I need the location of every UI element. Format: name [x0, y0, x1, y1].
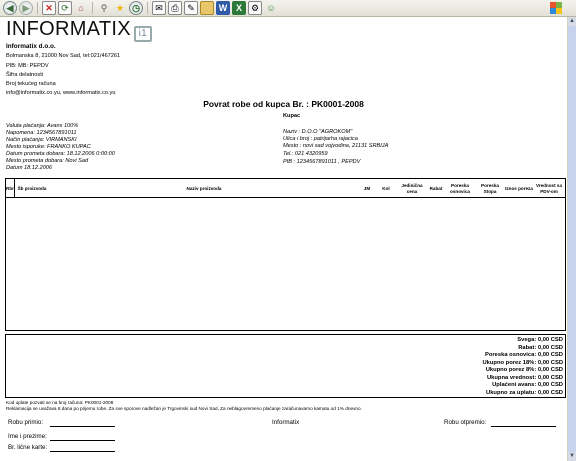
favorites-icon[interactable]: ★	[113, 1, 127, 15]
messenger-icon[interactable]: ☺	[264, 1, 278, 15]
word-icon[interactable]: W	[216, 1, 230, 15]
scroll-up-icon[interactable]: ▲	[568, 17, 576, 26]
kupac-pib: PIB : 1234567891011 , PEPDV	[283, 159, 361, 165]
col-naziv: Naziv proizvoda	[186, 185, 222, 191]
toolbar-separator	[37, 2, 38, 14]
company-contact: info@informatix.co.yu, www.informatix.co…	[6, 90, 116, 96]
col-kol: Kol	[382, 185, 390, 191]
col-rbr: Rbr	[6, 179, 15, 198]
footer-company: Informatix	[272, 419, 300, 426]
forward-icon[interactable]: ▶	[19, 1, 33, 15]
br-licne-line	[50, 451, 115, 452]
total-za-uplatu: Ukupno za uplatu: 0,00 CSD	[486, 389, 563, 396]
toolbar-separator	[92, 2, 93, 14]
company-racun: Broj tekućeg računa	[6, 81, 56, 87]
folder-icon[interactable]	[200, 1, 214, 15]
company-sifra: Šifra delatnosti	[6, 72, 44, 78]
col-sifra: Šb proizvoda	[17, 185, 47, 191]
col-jm: JM	[363, 185, 371, 191]
col-jed-cena: Jedinična cena	[401, 183, 423, 194]
back-icon[interactable]: ◀	[3, 1, 17, 15]
mail-icon[interactable]: ✉	[152, 1, 166, 15]
document-page: INFORMATIX i1 Informatix d.o.o. Bolmanska…	[0, 17, 567, 461]
stop-icon[interactable]: ✕	[42, 1, 56, 15]
footer-note-complaints: Reklamacija se uvažava 8 dana po prijemu…	[6, 406, 362, 411]
col-vrednost: Vrednost sa PDV-om	[535, 183, 563, 194]
scrollbar-thumb[interactable]	[568, 26, 576, 456]
table-header: Rbr Šb proizvoda Naziv proizvoda JM Kol …	[6, 179, 565, 198]
browser-toolbar: ◀ ▶ ✕ ⟳ ⌂ ⚲ ★ ◷ ✉ ⎙ ✎ W X ⚙ ☺	[0, 0, 576, 17]
company-logo: INFORMATIX i1	[6, 19, 152, 42]
windows-logo-icon	[550, 2, 562, 14]
robu-primio-line	[50, 426, 115, 427]
ime-prezime-label: Ime i prezime:	[8, 433, 47, 440]
history-icon[interactable]: ◷	[129, 1, 143, 15]
document-title: Povrat robe od kupca Br. : PK0001-2008	[203, 99, 364, 109]
field-datum: Datum 18.12.2006	[6, 165, 53, 171]
logo-text: INFORMATIX	[6, 18, 131, 40]
home-icon[interactable]: ⌂	[74, 1, 88, 15]
robu-primio-label: Robu primio:	[8, 419, 44, 426]
toolbar-separator	[147, 2, 148, 14]
col-poreska-osnovica: Poreska osnovica	[450, 183, 470, 194]
col-poreska-stopa: Poreska Stopa	[481, 183, 499, 194]
col-rabat: Rabat	[429, 185, 443, 191]
kupac-heading: Kupac	[283, 113, 301, 119]
tools-icon[interactable]: ⚙	[248, 1, 262, 15]
company-name: Informatix d.o.o.	[6, 43, 56, 50]
scroll-down-icon[interactable]: ▼	[568, 452, 576, 461]
items-table: Rbr Šb proizvoda Naziv proizvoda JM Kol …	[5, 178, 566, 331]
totals-box: Svega: 0,00 CSD Rabat: 0,00 CSD Poreska …	[5, 334, 566, 398]
robu-otpremio-line	[491, 426, 556, 427]
kupac-mesto: Mesto : novi sad vojvodina, 21131 SRBIJA	[283, 143, 389, 149]
company-pib: PIB: MB: PEPDV	[6, 63, 49, 69]
excel-icon[interactable]: X	[232, 1, 246, 15]
print-icon[interactable]: ⎙	[168, 1, 182, 15]
search-icon[interactable]: ⚲	[97, 1, 111, 15]
kupac-tel: Tel.: 021 4320959	[283, 151, 328, 157]
ime-prezime-line	[50, 440, 115, 441]
company-address: Bolmanska 8, 21000 Nov Sad, tel:021/4672…	[6, 53, 121, 59]
edit-icon[interactable]: ✎	[184, 1, 198, 15]
vertical-scrollbar[interactable]: ▲ ▼	[567, 17, 576, 461]
logo-mark-icon: i1	[133, 26, 152, 42]
col-iznos-poreza: Iznos poreza	[505, 185, 533, 191]
robu-otpremio-label: Robu otpremio:	[444, 419, 487, 426]
refresh-icon[interactable]: ⟳	[58, 1, 72, 15]
br-licne-label: Br. lične karte:	[8, 444, 48, 451]
